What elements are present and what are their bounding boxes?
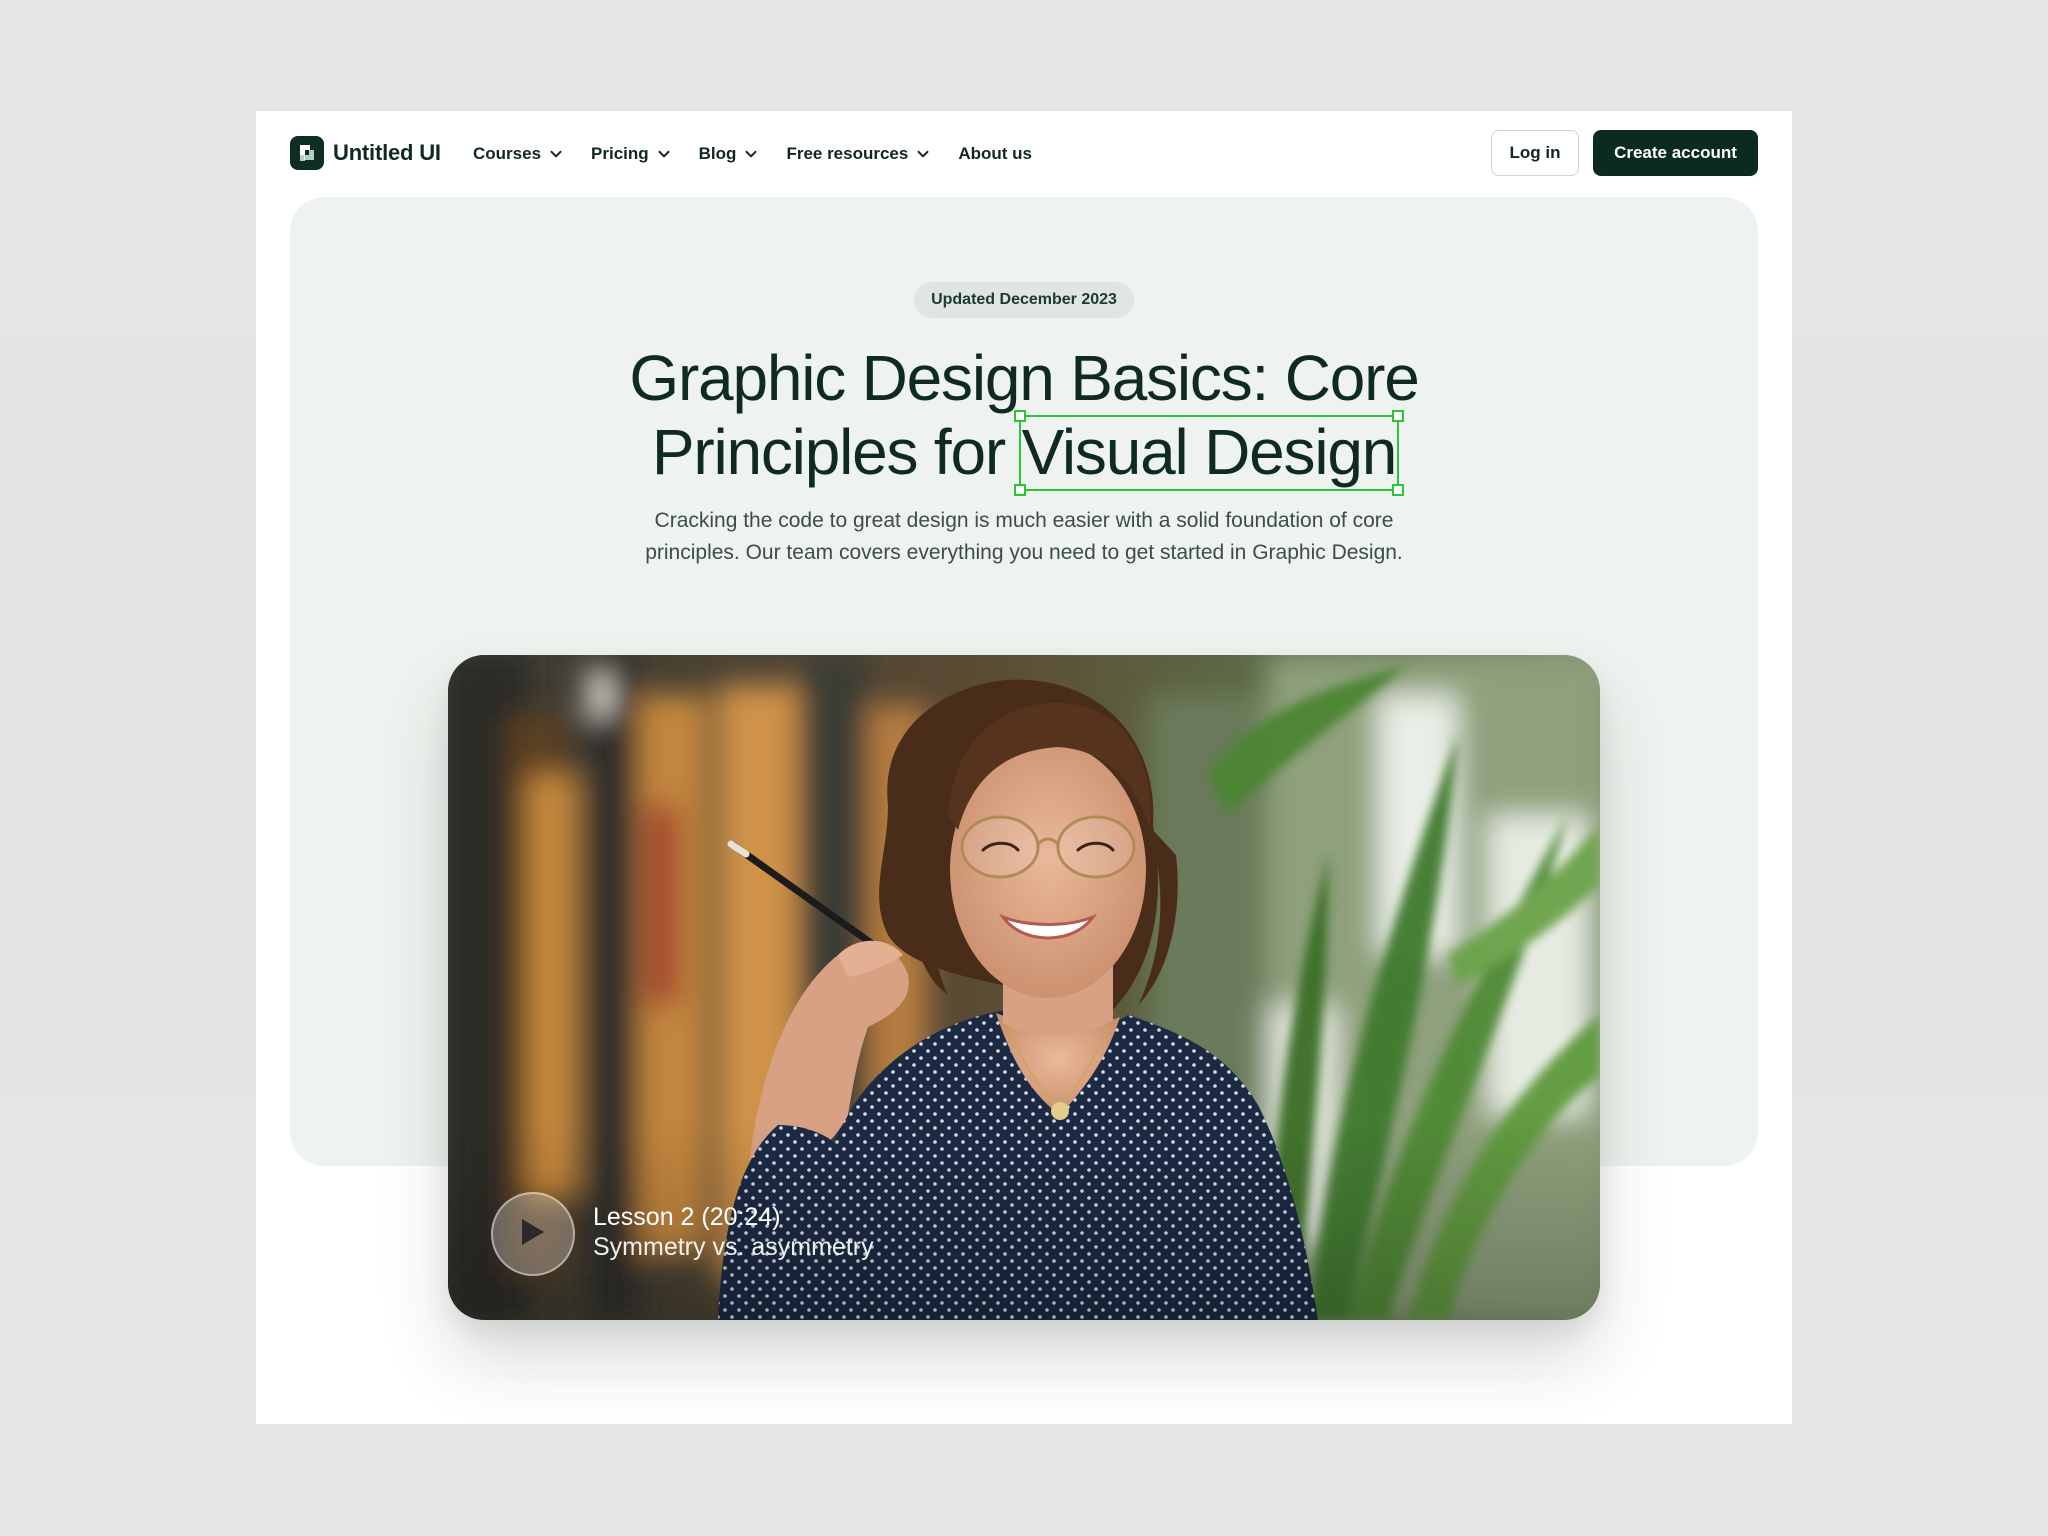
- subtitle-line-1: Cracking the code to great design is muc…: [654, 509, 1394, 532]
- nav-item-courses[interactable]: Courses: [473, 139, 563, 169]
- nav-item-about-us[interactable]: About us: [958, 139, 1032, 169]
- lesson-subtitle: Symmetry vs. asymmetry: [593, 1233, 874, 1261]
- selected-text[interactable]: Visual Design: [1013, 410, 1405, 496]
- play-icon: [518, 1216, 548, 1253]
- nav-item-free-resources[interactable]: Free resources: [786, 139, 930, 169]
- hero-subtitle: Cracking the code to great design is muc…: [624, 505, 1424, 569]
- updated-badge: Updated December 2023: [914, 282, 1134, 318]
- nav-item-blog[interactable]: Blog: [699, 139, 759, 169]
- chevron-down-icon: [744, 147, 758, 161]
- logo-mark-icon: [290, 136, 324, 170]
- brand-name: Untitled UI: [333, 140, 441, 165]
- nav-item-label: Courses: [473, 144, 542, 163]
- play-button[interactable]: [491, 1192, 575, 1276]
- title-line-2-prefix: Principles for: [651, 416, 1006, 488]
- selected-text-label: Visual Design: [1021, 416, 1398, 488]
- chevron-down-icon: [657, 147, 671, 161]
- subtitle-line-2: principles. Our team covers everything y…: [645, 541, 1403, 564]
- nav-item-label: Free resources: [786, 144, 909, 163]
- nav-item-label: Pricing: [591, 144, 649, 163]
- nav-item-label: Blog: [698, 144, 737, 163]
- nav-links: Courses Pricing Blog Free resources Abou…: [473, 139, 1032, 169]
- title-line-2: Principles for Visual Design: [524, 410, 1524, 496]
- create-account-button[interactable]: Create account: [1593, 130, 1758, 176]
- chevron-down-icon: [549, 147, 563, 161]
- lesson-video-card[interactable]: Lesson 2 (20:24) Symmetry vs. asymmetry: [448, 655, 1600, 1320]
- nav-item-label: About us: [958, 144, 1032, 163]
- page-title: Graphic Design Basics: Core Principles f…: [524, 341, 1524, 496]
- chevron-down-icon: [916, 147, 930, 161]
- nav-item-pricing[interactable]: Pricing: [591, 139, 671, 169]
- brand-logo[interactable]: Untitled UI: [290, 136, 441, 170]
- title-line-1: Graphic Design Basics: Core: [629, 342, 1419, 414]
- page-frame: Untitled UI Courses Pricing Blog Free re…: [256, 111, 1792, 1424]
- top-navigation: Untitled UI Courses Pricing Blog Free re…: [256, 111, 1792, 197]
- lesson-title: Lesson 2 (20:24): [593, 1203, 781, 1231]
- login-button[interactable]: Log in: [1491, 130, 1579, 176]
